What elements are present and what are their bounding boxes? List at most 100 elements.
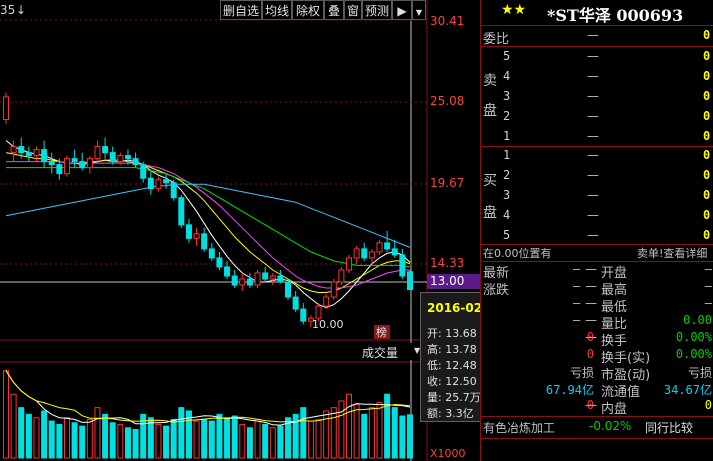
candle[interactable]	[109, 146, 116, 165]
candle-body	[18, 146, 25, 154]
candle[interactable]	[368, 248, 375, 264]
stat-dash: —	[585, 330, 597, 344]
candle[interactable]	[86, 155, 93, 174]
candle[interactable]	[79, 152, 86, 171]
candle[interactable]	[132, 152, 139, 168]
candle[interactable]	[407, 270, 413, 291]
volume-bar	[41, 410, 48, 459]
price-axis-3: 19.67	[430, 176, 465, 190]
chart-area[interactable]: 35 ↓ 删自选 均线 除权 叠 窗 预测 ▶ ▼ 30.41 25.08 19…	[0, 0, 535, 461]
price-axis-2: 25.08	[430, 94, 465, 108]
candle[interactable]	[216, 251, 223, 270]
candle[interactable]	[185, 218, 192, 243]
candle[interactable]	[239, 272, 246, 292]
candle[interactable]	[25, 146, 32, 162]
candle-body	[41, 149, 48, 163]
tooltip-open: 13.68	[445, 327, 477, 340]
candle-body	[300, 308, 307, 322]
candle[interactable]	[178, 194, 185, 228]
candle[interactable]	[376, 239, 383, 255]
volume-bar	[246, 427, 253, 459]
stat-dash: —	[585, 313, 597, 327]
tooltip-close-label: 收:	[427, 375, 442, 388]
rank-badge[interactable]: 榜	[374, 325, 390, 339]
candle-body	[25, 152, 32, 157]
candle[interactable]	[277, 269, 284, 284]
candle[interactable]	[399, 248, 406, 279]
volume-bar	[71, 422, 78, 459]
volume-bar	[407, 414, 413, 459]
candle[interactable]	[269, 272, 276, 286]
candle[interactable]	[262, 266, 269, 282]
candle[interactable]	[193, 227, 200, 246]
candle[interactable]	[94, 140, 101, 162]
buy-level-3: 3 — 0	[481, 186, 713, 206]
candle-body	[231, 275, 238, 286]
candle[interactable]	[330, 278, 337, 301]
candle[interactable]	[338, 266, 345, 286]
compare-peers-button[interactable]: 同行比较	[645, 419, 693, 436]
candle[interactable]	[140, 161, 147, 183]
candle[interactable]	[48, 152, 55, 174]
candle-body	[147, 177, 154, 190]
candles	[3, 92, 413, 328]
volume-bar	[384, 393, 391, 459]
candle[interactable]	[41, 140, 48, 168]
candle[interactable]	[170, 179, 177, 201]
sell-level-price: —	[587, 129, 599, 143]
volume-bar	[277, 425, 284, 459]
buy-level-price: —	[587, 168, 599, 182]
candle[interactable]	[254, 269, 261, 289]
candle[interactable]	[353, 245, 360, 264]
candle[interactable]	[102, 137, 109, 159]
tooltip-open-label: 开:	[427, 327, 442, 340]
candle-body	[56, 164, 63, 175]
volume-bar	[170, 418, 177, 459]
candle-body	[94, 146, 101, 160]
candle[interactable]	[63, 155, 70, 177]
sell-level-3: 3 — 0	[481, 87, 713, 107]
view-detail-link[interactable]: 卖单!查看详细	[637, 245, 707, 261]
stat-row: 亏损 市盈(动) 亏损	[481, 364, 713, 383]
tooltip-amount-label: 额:	[427, 407, 442, 420]
stat-value-right: 0.00%	[675, 330, 712, 344]
volume-bar	[163, 425, 170, 459]
candle[interactable]	[361, 242, 368, 261]
candle[interactable]	[147, 170, 154, 195]
stat-dash: —	[585, 279, 597, 293]
candle[interactable]	[3, 92, 9, 124]
industry-change: -0.02%	[589, 419, 632, 433]
candle-body	[353, 248, 360, 259]
candle-body	[376, 242, 383, 253]
industry-name[interactable]: 有色冶炼加工	[483, 419, 555, 436]
candle[interactable]	[300, 303, 307, 325]
candle-body	[239, 278, 246, 286]
candle[interactable]	[10, 140, 17, 162]
volume-bar	[109, 422, 116, 459]
candle[interactable]	[201, 227, 208, 252]
volume-bar	[361, 413, 368, 459]
stat-dash: —	[585, 262, 597, 276]
candle-body	[117, 155, 124, 163]
volume-bar	[231, 415, 238, 459]
candle[interactable]	[384, 230, 391, 252]
candle[interactable]	[71, 149, 78, 168]
candlestick-chart[interactable]	[0, 0, 480, 461]
sell-level-volume: 0	[703, 129, 711, 143]
volume-indicator-selector[interactable]: 成交量 ▼	[336, 343, 426, 360]
candle[interactable]	[163, 173, 170, 189]
candle[interactable]	[246, 272, 253, 289]
volume-bar	[224, 417, 231, 459]
candle[interactable]	[231, 269, 238, 289]
candle-body	[132, 158, 139, 166]
candle[interactable]	[155, 176, 162, 192]
candle[interactable]	[292, 291, 299, 313]
buy-level-price: —	[587, 228, 599, 242]
star-icon[interactable]: ★★	[501, 2, 526, 18]
candle[interactable]	[33, 146, 40, 162]
candle[interactable]	[208, 242, 215, 261]
candle-body	[124, 155, 131, 160]
candle[interactable]	[346, 254, 353, 273]
stat-value-left: 0	[586, 347, 594, 361]
candle[interactable]	[285, 278, 292, 301]
